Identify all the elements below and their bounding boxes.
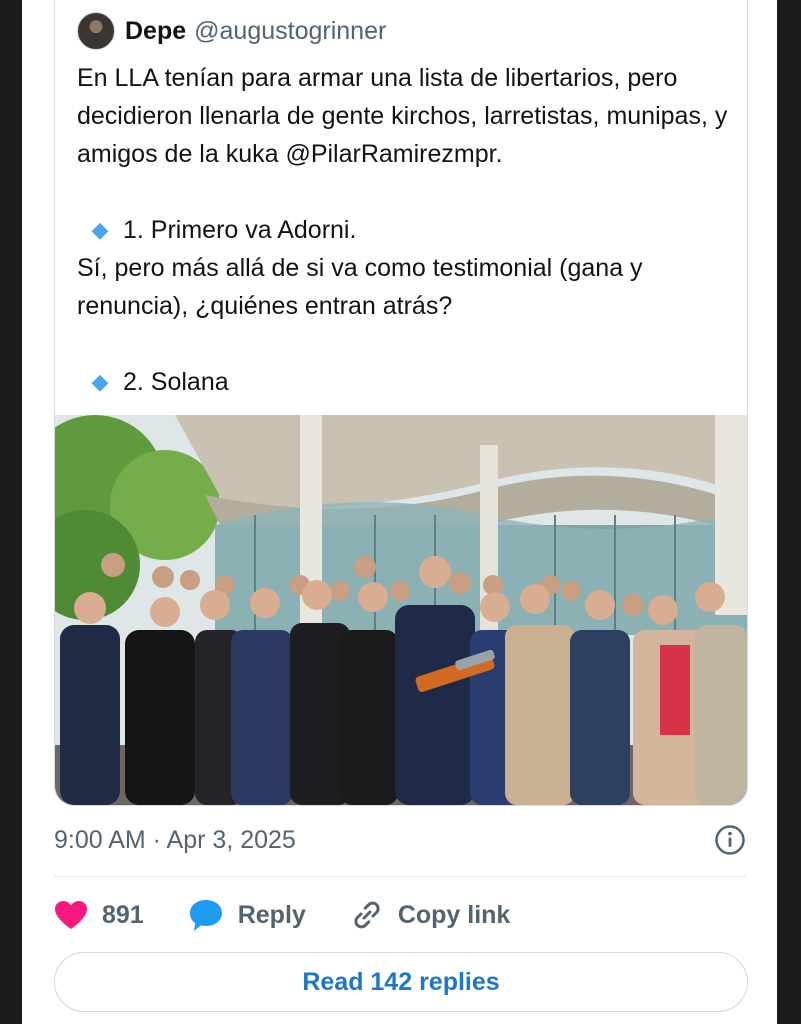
- tweet-paragraph: En LLA tenían para armar una lista de li…: [77, 64, 728, 168]
- tweet-timestamp[interactable]: 9:00 AM · Apr 3, 2025: [54, 826, 296, 855]
- quoted-tweet-text: En LLA tenían para armar una lista de li…: [77, 59, 737, 401]
- device-frame-left: [0, 0, 22, 1024]
- info-icon[interactable]: [714, 824, 746, 856]
- author-display-name[interactable]: Depe: [125, 17, 186, 46]
- divider: [54, 876, 746, 877]
- like-button[interactable]: 891: [54, 900, 144, 930]
- list-item-text: 2. Solana: [123, 368, 229, 396]
- read-replies-button[interactable]: Read 142 replies: [54, 952, 748, 1012]
- blue-diamond-icon: ◆: [91, 369, 109, 394]
- reply-button[interactable]: Reply: [188, 898, 306, 932]
- author-handle[interactable]: @augustogrinner: [194, 17, 386, 46]
- tweet-metadata-row: 9:00 AM · Apr 3, 2025: [54, 820, 746, 860]
- tweet-detail-page: Depe @augustogrinner En LLA tenían para …: [22, 0, 777, 1024]
- link-icon: [354, 901, 380, 929]
- list-item-text: 1. Primero va Adorni.: [123, 216, 357, 244]
- reply-bubble-icon: [189, 900, 222, 931]
- reply-label: Reply: [237, 900, 306, 929]
- avatar[interactable]: [77, 12, 115, 50]
- quoted-tweet-card[interactable]: Depe @augustogrinner En LLA tenían para …: [54, 0, 748, 806]
- copy-link-button[interactable]: Copy link: [350, 898, 511, 932]
- action-bar: 891 Reply Copy link: [54, 895, 554, 935]
- list-item: ◆ 1. Primero va Adorni.: [77, 211, 737, 249]
- like-count: 891: [102, 900, 144, 929]
- tweet-photo[interactable]: [55, 415, 747, 805]
- list-item: ◆ 2. Solana: [77, 363, 737, 401]
- device-frame-right: [777, 0, 801, 1024]
- tweet-paragraph: Sí, pero más allá de si va como testimon…: [77, 254, 643, 320]
- heart-icon: [55, 901, 87, 929]
- quoted-tweet-header: Depe @augustogrinner: [77, 11, 386, 51]
- copy-link-label: Copy link: [397, 900, 511, 929]
- blue-diamond-icon: ◆: [91, 217, 109, 242]
